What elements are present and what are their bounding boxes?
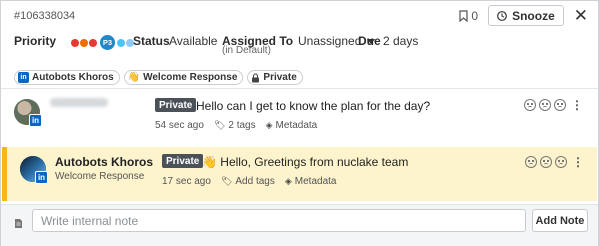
internal-note-bar: Add Note	[1, 204, 598, 246]
reactions: ⋮	[524, 99, 583, 111]
neutral-face-icon[interactable]	[540, 156, 552, 168]
ticket-tags: in Autobots Khoros 👋 Welcome Response Pr…	[14, 70, 303, 85]
chip-private[interactable]: Private	[247, 70, 303, 85]
tags-label: 2 tags	[228, 120, 256, 131]
snooze-label: Snooze	[512, 8, 555, 23]
message-time: 17 sec ago	[162, 176, 211, 187]
add-tags-button[interactable]: 🏷 Add tags	[221, 176, 275, 187]
status-label: Status	[133, 34, 170, 48]
message-row-highlighted[interactable]: in Autobots Khoros Welcome Response Priv…	[2, 147, 597, 201]
add-note-button[interactable]: Add Note	[532, 209, 588, 232]
author-name: Autobots Khoros	[55, 155, 153, 169]
author-name-redacted	[50, 98, 108, 107]
tags-label: Add tags	[235, 176, 275, 187]
bookmark-count: 0	[471, 8, 479, 23]
message-meta: 54 sec ago 🏷 2 tags ◈ Metadata	[155, 120, 317, 131]
metadata-button[interactable]: ◈ Metadata	[266, 120, 318, 131]
linkedin-icon: in	[18, 72, 29, 83]
happy-face-icon[interactable]	[554, 99, 566, 111]
priority-label: Priority	[14, 34, 57, 48]
message-time: 54 sec ago	[155, 120, 204, 131]
snooze-button[interactable]: Snooze	[488, 5, 564, 26]
message-text: Hello can I get to know the plan for the…	[196, 99, 431, 113]
clock-icon	[497, 10, 507, 21]
chip-channel[interactable]: in Autobots Khoros	[14, 70, 120, 85]
message-text: 👋 Hello, Greetings from nuclake team	[202, 155, 409, 169]
message-meta: 17 sec ago 🏷 Add tags ◈ Metadata	[162, 176, 336, 187]
due-value: 2 days	[383, 34, 419, 48]
internal-note-input[interactable]	[32, 209, 526, 232]
chip-label: Autobots Khoros	[32, 72, 114, 83]
priority-selector[interactable]: P3	[71, 35, 135, 50]
message-row[interactable]: in Private Hello can I get to know the p…	[2, 89, 597, 144]
more-options-icon[interactable]: ⋮	[572, 156, 584, 168]
metadata-label: Metadata	[294, 176, 337, 187]
tags-button[interactable]: 🏷 2 tags	[214, 120, 256, 131]
chip-response[interactable]: 👋 Welcome Response	[123, 70, 244, 85]
lock-icon	[252, 72, 260, 82]
sad-face-icon[interactable]	[525, 156, 537, 168]
chip-label: Welcome Response	[143, 72, 238, 83]
metadata-button[interactable]: ◈ Metadata	[285, 176, 337, 187]
ticket-meta: Priority P3 Status Available Assigned To…	[14, 34, 588, 68]
tag-icon: 🏷	[220, 176, 233, 186]
ticket-panel: #106338034 0 Snooze ✕ Priority P3 Status…	[0, 0, 599, 246]
linkedin-icon: in	[35, 171, 48, 184]
neutral-face-icon[interactable]	[539, 99, 551, 111]
layers-icon: ◈	[265, 120, 273, 130]
chip-label: Private	[263, 72, 297, 83]
priority-dot	[117, 38, 125, 47]
bookmark-icon	[459, 9, 468, 22]
bookmark-button[interactable]: 0	[459, 9, 478, 23]
linkedin-icon: in	[29, 114, 42, 127]
priority-badge: P3	[100, 35, 115, 50]
priority-dot	[71, 38, 79, 47]
priority-dot	[89, 38, 97, 47]
assigned-queue-note: (in Default)	[222, 45, 271, 56]
note-icon	[15, 219, 22, 228]
ticket-id: #106338034	[14, 10, 76, 22]
private-badge: Private	[162, 154, 204, 168]
author-subtitle: Welcome Response	[55, 171, 145, 182]
assignee-value: Unassigned	[298, 34, 362, 48]
status-value: Available	[169, 34, 218, 48]
metadata-label: Metadata	[275, 120, 318, 131]
happy-face-icon[interactable]	[555, 156, 567, 168]
header-actions: 0 Snooze ✕	[459, 5, 588, 26]
priority-dot	[80, 38, 88, 47]
due-label: Due	[358, 34, 381, 48]
wave-hand-icon: 👋	[127, 72, 141, 83]
reactions: ⋮	[525, 156, 584, 168]
close-icon[interactable]: ✕	[574, 7, 588, 24]
private-badge: Private	[155, 98, 197, 112]
sad-face-icon[interactable]	[524, 99, 536, 111]
more-options-icon[interactable]: ⋮	[571, 99, 583, 111]
tag-icon: 🏷	[213, 120, 226, 130]
layers-icon: ◈	[284, 176, 292, 186]
